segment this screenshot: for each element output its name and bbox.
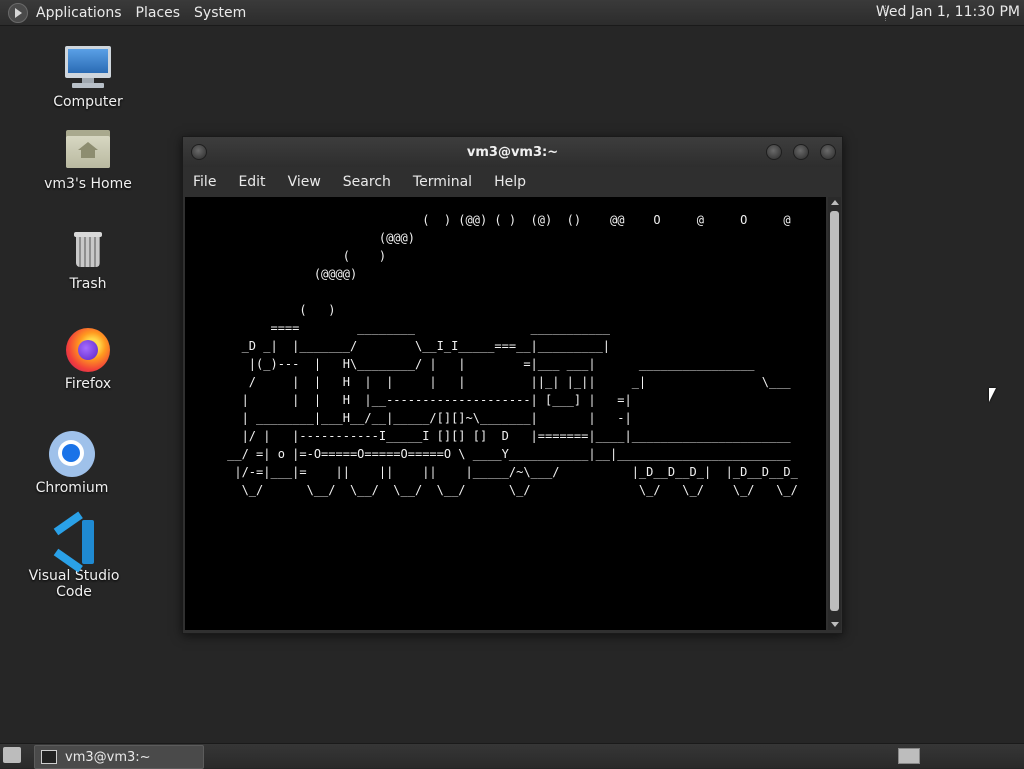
maximize-button[interactable] bbox=[793, 144, 809, 160]
desktop-icon-firefox[interactable]: Firefox bbox=[28, 326, 148, 392]
trash-icon bbox=[64, 226, 112, 274]
desktop-icon-label: Computer bbox=[53, 94, 123, 110]
minimize-button[interactable] bbox=[766, 144, 782, 160]
desktop-icon-trash[interactable]: Trash bbox=[28, 226, 148, 292]
vscode-icon bbox=[50, 511, 98, 573]
show-desktop-icon[interactable] bbox=[3, 747, 21, 763]
desktop-icon-computer[interactable]: Computer bbox=[28, 44, 148, 110]
terminal-output: ( ) (@@) ( ) (@) () @@ O @ O @ (@@@) ( )… bbox=[227, 213, 798, 497]
terminal-icon bbox=[41, 750, 57, 764]
taskbar-item-terminal[interactable]: vm3@vm3:~ bbox=[34, 745, 204, 769]
menu-help[interactable]: Help bbox=[494, 174, 526, 190]
window-menu-button[interactable] bbox=[191, 144, 207, 160]
clock[interactable]: Wed Jan 1, 11:30 PM bbox=[876, 4, 1020, 20]
places-menu[interactable]: Places bbox=[136, 5, 181, 21]
menu-view[interactable]: View bbox=[288, 174, 321, 190]
menu-terminal[interactable]: Terminal bbox=[413, 174, 472, 190]
home-folder-icon bbox=[64, 126, 112, 174]
computer-icon bbox=[64, 44, 112, 92]
close-button[interactable] bbox=[820, 144, 836, 160]
top-panel: Applications Places System Wed Jan 1, 11… bbox=[0, 0, 1024, 26]
menu-edit[interactable]: Edit bbox=[238, 174, 265, 190]
terminal-menubar: File Edit View Search Terminal Help bbox=[183, 167, 842, 197]
desktop-icon-label: Chromium bbox=[35, 480, 109, 496]
taskbar-item-label: vm3@vm3:~ bbox=[65, 749, 151, 765]
system-menu[interactable]: System bbox=[194, 5, 246, 21]
scroll-thumb[interactable] bbox=[830, 211, 839, 611]
desktop-icon-label: Firefox bbox=[64, 376, 112, 392]
mouse-cursor-icon bbox=[989, 388, 996, 402]
terminal-scrollbar[interactable] bbox=[828, 197, 841, 630]
applications-menu[interactable]: Applications bbox=[36, 5, 122, 21]
desktop-icon-label: Trash bbox=[69, 276, 107, 292]
desktop-icon-label: Visual Studio Code bbox=[28, 568, 120, 600]
desktop-icon-chromium[interactable]: Chromium bbox=[12, 430, 132, 496]
window-titlebar[interactable]: vm3@vm3:~ bbox=[183, 137, 842, 167]
workspace-switcher[interactable] bbox=[898, 748, 920, 764]
desktop-icon-label: vm3's Home bbox=[44, 176, 132, 192]
scroll-down-arrow-icon[interactable] bbox=[831, 622, 839, 627]
terminal-output-area[interactable]: ( ) (@@) ( ) (@) () @@ O @ O @ (@@@) ( )… bbox=[185, 197, 826, 630]
terminal-window[interactable]: vm3@vm3:~ File Edit View Search Terminal… bbox=[182, 136, 843, 634]
window-title: vm3@vm3:~ bbox=[466, 144, 559, 160]
desktop-icon-home[interactable]: vm3's Home bbox=[28, 126, 148, 192]
firefox-icon bbox=[64, 326, 112, 374]
desktop-icon-vscode[interactable]: Visual Studio Code bbox=[14, 511, 134, 600]
chromium-icon bbox=[48, 430, 96, 478]
scroll-up-arrow-icon[interactable] bbox=[831, 200, 839, 205]
menu-search[interactable]: Search bbox=[343, 174, 391, 190]
menu-file[interactable]: File bbox=[193, 174, 216, 190]
bottom-panel: vm3@vm3:~ bbox=[0, 743, 1024, 769]
distro-logo-icon[interactable] bbox=[8, 2, 28, 23]
